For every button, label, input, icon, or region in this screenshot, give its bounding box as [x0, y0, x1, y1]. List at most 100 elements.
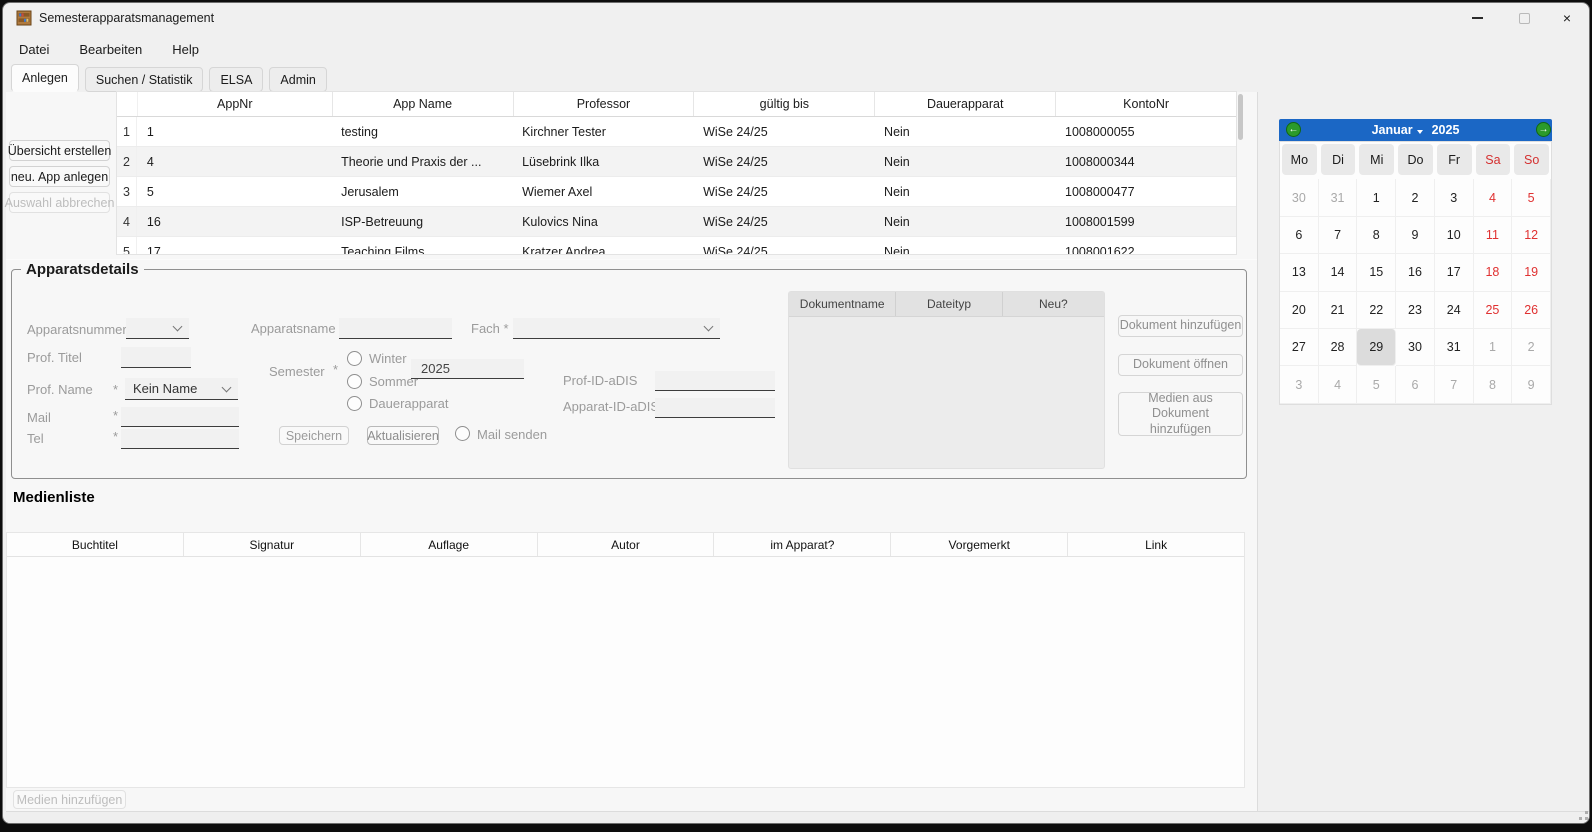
tab-elsa[interactable]: ELSA [209, 67, 263, 92]
calendar-day[interactable]: 1 [1474, 329, 1513, 366]
calendar-day[interactable]: 3 [1280, 366, 1319, 403]
mail-senden-radio[interactable] [455, 426, 470, 441]
calendar-day[interactable]: 4 [1474, 179, 1513, 216]
calendar-day[interactable]: 31 [1319, 179, 1358, 216]
maximize-button[interactable] [1501, 3, 1547, 33]
calendar-day[interactable]: 8 [1474, 366, 1513, 403]
semester-year-field[interactable]: 2025 [411, 359, 524, 379]
calendar-day[interactable]: 14 [1319, 254, 1358, 291]
medien-column-header-auflage[interactable]: Auflage [361, 533, 538, 556]
calendar-day[interactable]: 23 [1396, 292, 1435, 329]
titlebar[interactable]: Semesterapparatsmanagement × [3, 3, 1589, 33]
sidebar-button-bersicht-erstellen[interactable]: Übersicht erstellen [9, 140, 110, 161]
calendar-day[interactable]: 17 [1435, 254, 1474, 291]
calendar-day[interactable]: 16 [1396, 254, 1435, 291]
calendar-day[interactable]: 6 [1280, 217, 1319, 254]
calendar-day[interactable]: 3 [1435, 179, 1474, 216]
minimize-button[interactable] [1454, 3, 1500, 33]
calendar-day[interactable]: 24 [1435, 292, 1474, 329]
medien-table[interactable]: BuchtitelSignaturAuflageAutorim Apparat?… [6, 532, 1245, 788]
apps-column-header-g-ltig-bis[interactable]: gültig bis [694, 92, 875, 116]
medien-column-header-autor[interactable]: Autor [538, 533, 715, 556]
calendar-day[interactable]: 20 [1280, 292, 1319, 329]
calendar-day[interactable]: 4 [1319, 366, 1358, 403]
calendar-day[interactable]: 18 [1474, 254, 1513, 291]
calendar-next-button[interactable]: → [1536, 122, 1551, 137]
fach-combobox[interactable] [513, 318, 720, 339]
apparat-id-adis-field[interactable] [655, 398, 775, 418]
calendar-day[interactable]: 21 [1319, 292, 1358, 329]
menu-item-help[interactable]: Help [172, 42, 199, 57]
calendar-day[interactable]: 26 [1512, 292, 1551, 329]
sommer-radio[interactable] [347, 374, 362, 389]
calendar-day[interactable]: 13 [1280, 254, 1319, 291]
calendar-prev-button[interactable]: ← [1286, 122, 1301, 137]
dauerapparat-radio[interactable] [347, 396, 362, 411]
calendar-title[interactable]: Januar 2025 [1372, 123, 1460, 137]
winter-radio[interactable] [347, 351, 362, 366]
apparatsname-field[interactable] [339, 318, 452, 339]
apps-column-header-app-name[interactable]: App Name [333, 92, 514, 116]
sidebar-button-neu-app-anlegen[interactable]: neu. App anlegen [9, 166, 110, 187]
calendar-day[interactable]: 5 [1512, 179, 1551, 216]
prof-titel-field[interactable] [121, 347, 191, 368]
apparatsnummer-combobox[interactable] [126, 318, 189, 339]
close-button[interactable]: × [1544, 3, 1590, 33]
calendar-day[interactable]: 27 [1280, 329, 1319, 366]
doc-column-header-neu[interactable]: Neu? [1003, 292, 1104, 316]
dokument-hinzuf-gen-button[interactable]: Dokument hinzufügen [1118, 315, 1243, 337]
aktualisieren-button[interactable]: Aktualisieren [367, 426, 439, 445]
calendar-day-today[interactable]: 29 [1357, 329, 1396, 366]
calendar-day[interactable]: 19 [1512, 254, 1551, 291]
calendar-day[interactable]: 30 [1396, 329, 1435, 366]
calendar-day[interactable]: 8 [1357, 217, 1396, 254]
calendar-day[interactable]: 15 [1357, 254, 1396, 291]
medien-column-header-link[interactable]: Link [1068, 533, 1244, 556]
apps-table-row[interactable]: 416ISP-BetreuungKulovics NinaWiSe 24/25N… [117, 207, 1236, 237]
calendar-day[interactable]: 28 [1319, 329, 1358, 366]
apps-table-scrollbar-thumb[interactable] [1238, 94, 1243, 140]
apps-column-header-professor[interactable]: Professor [514, 92, 695, 116]
apps-column-header-appnr[interactable]: AppNr [138, 92, 333, 116]
apps-table-row[interactable]: 11testingKirchner TesterWiSe 24/25Nein10… [117, 117, 1236, 147]
apps-table-row[interactable]: 35JerusalemWiemer AxelWiSe 24/25Nein1008… [117, 177, 1236, 207]
resize-grip[interactable] [1573, 811, 1589, 824]
tab-anlegen[interactable]: Anlegen [11, 64, 79, 92]
prof-name-combobox[interactable]: Kein Name [125, 378, 238, 400]
calendar-day[interactable]: 12 [1512, 217, 1551, 254]
doc-column-header-dokumentname[interactable]: Dokumentname [789, 292, 896, 316]
menu-item-datei[interactable]: Datei [19, 42, 49, 57]
speichern-button[interactable]: Speichern [279, 426, 349, 445]
documents-table[interactable]: DokumentnameDateitypNeu? [788, 291, 1105, 469]
medien-aus-dokument-hinzuf-gen-button[interactable]: Medien aus Dokument hinzufügen [1118, 392, 1243, 436]
calendar-day[interactable]: 9 [1396, 217, 1435, 254]
calendar-day[interactable]: 5 [1357, 366, 1396, 403]
calendar-day[interactable]: 7 [1435, 366, 1474, 403]
prof-id-adis-field[interactable] [655, 371, 775, 391]
doc-column-header-dateityp[interactable]: Dateityp [896, 292, 1002, 316]
apps-table[interactable]: AppNrApp NameProfessorgültig bisDauerapp… [116, 91, 1237, 255]
tab-suchen-statistik[interactable]: Suchen / Statistik [85, 67, 204, 92]
apps-table-row[interactable]: 517Teaching FilmsKratzer AndreaWiSe 24/2… [117, 237, 1236, 255]
medien-column-header-im-apparat[interactable]: im Apparat? [714, 533, 891, 556]
medien-column-header-signatur[interactable]: Signatur [184, 533, 361, 556]
calendar-day[interactable]: 1 [1357, 179, 1396, 216]
apps-table-row[interactable]: 24Theorie und Praxis der ...Lüsebrink Il… [117, 147, 1236, 177]
calendar-day[interactable]: 9 [1512, 366, 1551, 403]
mail-field[interactable] [121, 407, 239, 427]
calendar-day[interactable]: 11 [1474, 217, 1513, 254]
calendar-day[interactable]: 2 [1396, 179, 1435, 216]
tel-field[interactable] [121, 429, 239, 449]
calendar-day[interactable]: 2 [1512, 329, 1551, 366]
calendar-day[interactable]: 10 [1435, 217, 1474, 254]
calendar-day[interactable]: 6 [1396, 366, 1435, 403]
calendar-day[interactable]: 30 [1280, 179, 1319, 216]
calendar-day[interactable]: 31 [1435, 329, 1474, 366]
medien-column-header-vorgemerkt[interactable]: Vorgemerkt [891, 533, 1068, 556]
apps-column-header-dauerapparat[interactable]: Dauerapparat [875, 92, 1056, 116]
calendar-day[interactable]: 22 [1357, 292, 1396, 329]
tab-admin[interactable]: Admin [269, 67, 326, 92]
calendar-day[interactable]: 25 [1474, 292, 1513, 329]
calendar-day[interactable]: 7 [1319, 217, 1358, 254]
dokument-ffnen-button[interactable]: Dokument öffnen [1118, 354, 1243, 376]
